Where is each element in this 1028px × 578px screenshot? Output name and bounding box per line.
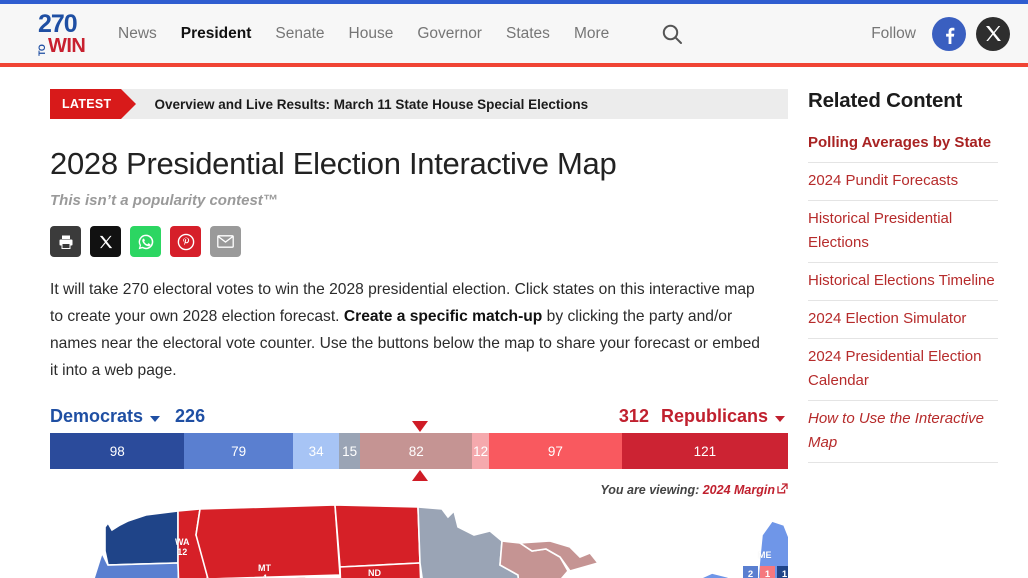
- threshold-marker-top-icon: [412, 421, 428, 432]
- share-whatsapp-button[interactable]: [130, 226, 161, 257]
- related-content-item-4[interactable]: 2024 Election Simulator: [808, 301, 998, 339]
- logo-towin: TO WIN: [38, 36, 96, 56]
- ev-segment-toss-up[interactable]: 82: [360, 433, 472, 469]
- print-button[interactable]: [50, 226, 81, 257]
- site-header: 270 TO WIN News President Senate House G…: [0, 4, 1028, 63]
- nav-item-president[interactable]: President: [181, 25, 252, 43]
- related-content-item-5[interactable]: 2024 Presidential Election Calendar: [808, 339, 998, 401]
- interactive-electoral-map[interactable]: WA12 OR MT4 ND3 MN10 ME VT 211: [50, 505, 788, 578]
- viewing-mode-line: You are viewing: 2024 Margin: [50, 483, 788, 497]
- facebook-icon[interactable]: [932, 17, 966, 51]
- logo-to-text: TO: [38, 38, 47, 56]
- related-content-item-3[interactable]: Historical Elections Timeline: [808, 263, 998, 301]
- x-twitter-icon: [99, 235, 113, 249]
- ev-segment-toss-up-d[interactable]: 15: [339, 433, 360, 469]
- related-content-item-6[interactable]: How to Use the Interactive Map: [808, 401, 998, 463]
- maine-district-box-2[interactable]: 1: [760, 566, 775, 578]
- site-logo[interactable]: 270 TO WIN: [38, 11, 96, 57]
- related-content-item-1[interactable]: 2024 Pundit Forecasts: [808, 163, 998, 201]
- logo-win-text: WIN: [48, 37, 85, 56]
- related-content-item-0[interactable]: Polling Averages by State: [808, 125, 998, 163]
- ev-segment-lean-d[interactable]: 34: [293, 433, 340, 469]
- chevron-down-icon[interactable]: [775, 416, 785, 422]
- nav-item-senate[interactable]: Senate: [275, 25, 324, 43]
- threshold-marker-bottom-icon: [412, 470, 428, 481]
- maine-district-box-1[interactable]: 2: [743, 566, 758, 578]
- share-x-button[interactable]: [90, 226, 121, 257]
- democrats-total: 226: [175, 406, 205, 427]
- related-content-list: Polling Averages by State2024 Pundit For…: [808, 125, 998, 463]
- sidebar-heading: Related Content: [808, 89, 998, 113]
- map-state-WA: [105, 511, 178, 565]
- page-body: LATEST Overview and Live Results: March …: [0, 67, 1028, 578]
- pinterest-icon: [177, 233, 195, 251]
- share-button-row: [50, 226, 790, 257]
- share-email-button[interactable]: [210, 226, 241, 257]
- intro-text-bold[interactable]: Create a specific match-up: [344, 308, 542, 325]
- intro-paragraph: It will take 270 electoral votes to win …: [50, 276, 772, 384]
- latest-tag: LATEST: [50, 89, 121, 119]
- ev-segment-likely-d[interactable]: 79: [184, 433, 292, 469]
- republicans-label: Republicans: [661, 406, 768, 427]
- external-link-icon: [777, 483, 788, 494]
- chevron-down-icon[interactable]: [150, 416, 160, 422]
- democrats-label: Democrats: [50, 406, 143, 427]
- follow-label: Follow: [871, 25, 916, 43]
- ev-segment-likely-r[interactable]: 97: [489, 433, 622, 469]
- ev-segment-lean-r[interactable]: 12: [472, 433, 488, 469]
- latest-banner[interactable]: LATEST Overview and Live Results: March …: [50, 89, 788, 119]
- electoral-vote-bar: 98793415821297121: [50, 433, 788, 469]
- latest-headline[interactable]: Overview and Live Results: March 11 Stat…: [154, 89, 588, 119]
- map-state-NY: [686, 573, 742, 578]
- ev-segment-safe-d[interactable]: 98: [50, 433, 184, 469]
- search-icon[interactable]: [659, 21, 685, 47]
- map-state-ND: [335, 505, 420, 567]
- logo-270-text: 270: [38, 12, 96, 36]
- x-twitter-icon[interactable]: [976, 17, 1010, 51]
- viewing-prefix: You are viewing:: [600, 483, 699, 497]
- electoral-vote-bar-wrapper: 98793415821297121: [50, 433, 788, 469]
- main-content: LATEST Overview and Live Results: March …: [0, 67, 790, 578]
- main-navigation: News President Senate House Governor Sta…: [118, 21, 685, 47]
- printer-icon: [58, 234, 74, 250]
- nav-item-house[interactable]: House: [349, 25, 394, 43]
- ev-segment-safe-r[interactable]: 121: [622, 433, 788, 469]
- republicans-selector[interactable]: 312 Republicans: [611, 406, 788, 427]
- related-content-item-2[interactable]: Historical Presidential Elections: [808, 201, 998, 263]
- us-map-svg: [50, 505, 788, 578]
- nav-item-news[interactable]: News: [118, 25, 157, 43]
- maine-district-box-3[interactable]: 1: [777, 566, 788, 578]
- page-tagline: This isn’t a popularity contest™: [50, 192, 790, 209]
- viewing-mode-value: 2024 Margin: [703, 483, 775, 497]
- envelope-icon: [217, 235, 234, 248]
- nav-item-governor[interactable]: Governor: [417, 25, 482, 43]
- democrats-selector[interactable]: Democrats 226: [50, 406, 213, 427]
- nav-item-more[interactable]: More: [574, 25, 609, 43]
- page-title: 2028 Presidential Election Interactive M…: [50, 145, 790, 183]
- whatsapp-icon: [137, 233, 155, 251]
- nav-item-states[interactable]: States: [506, 25, 550, 43]
- header-social-group: Follow: [871, 17, 1010, 51]
- map-state-MT: [196, 505, 340, 578]
- share-pinterest-button[interactable]: [170, 226, 201, 257]
- viewing-mode-link[interactable]: 2024 Margin: [703, 483, 788, 497]
- republicans-total: 312: [619, 406, 649, 427]
- related-content-sidebar: Related Content Polling Averages by Stat…: [790, 67, 1028, 578]
